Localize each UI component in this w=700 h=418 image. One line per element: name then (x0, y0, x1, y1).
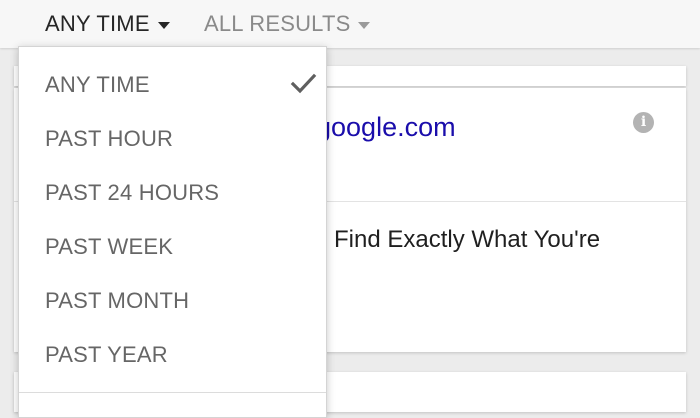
caret-down-icon (358, 21, 371, 29)
menu-item-label: ANY TIME (45, 72, 150, 97)
results-filter-dropdown[interactable]: ALL RESULTS (204, 0, 371, 48)
menu-divider (19, 392, 326, 393)
results-filter-label: ALL RESULTS (204, 11, 351, 36)
menu-item-label: PAST HOUR (45, 126, 174, 151)
result-title[interactable]: Find Exactly What You're (334, 226, 600, 254)
search-tools-bar: ANY TIME ALL RESULTS (0, 0, 700, 48)
menu-item-any-time[interactable]: ANY TIME (19, 58, 326, 112)
menu-item-past-hour[interactable]: PAST HOUR (19, 112, 326, 166)
menu-item-label: PAST MONTH (45, 288, 190, 313)
menu-item-past-month[interactable]: PAST MONTH (19, 274, 326, 328)
result-url-link[interactable]: google.com (316, 112, 456, 143)
menu-item-label: PAST 24 HOURS (45, 180, 220, 205)
checkmark-icon (290, 73, 317, 94)
time-filter-menu: ANY TIME PAST HOUR PAST 24 HOURS PAST WE… (18, 46, 327, 418)
menu-item-label: PAST WEEK (45, 234, 174, 259)
menu-item-label: PAST YEAR (45, 342, 168, 367)
menu-item-past-24-hours[interactable]: PAST 24 HOURS (19, 166, 326, 220)
caret-down-icon (157, 21, 170, 29)
time-filter-dropdown[interactable]: ANY TIME (45, 0, 170, 48)
info-icon[interactable]: i (633, 112, 654, 133)
menu-item-past-week[interactable]: PAST WEEK (19, 220, 326, 274)
menu-item-past-year[interactable]: PAST YEAR (19, 328, 326, 382)
time-filter-label: ANY TIME (45, 11, 150, 36)
